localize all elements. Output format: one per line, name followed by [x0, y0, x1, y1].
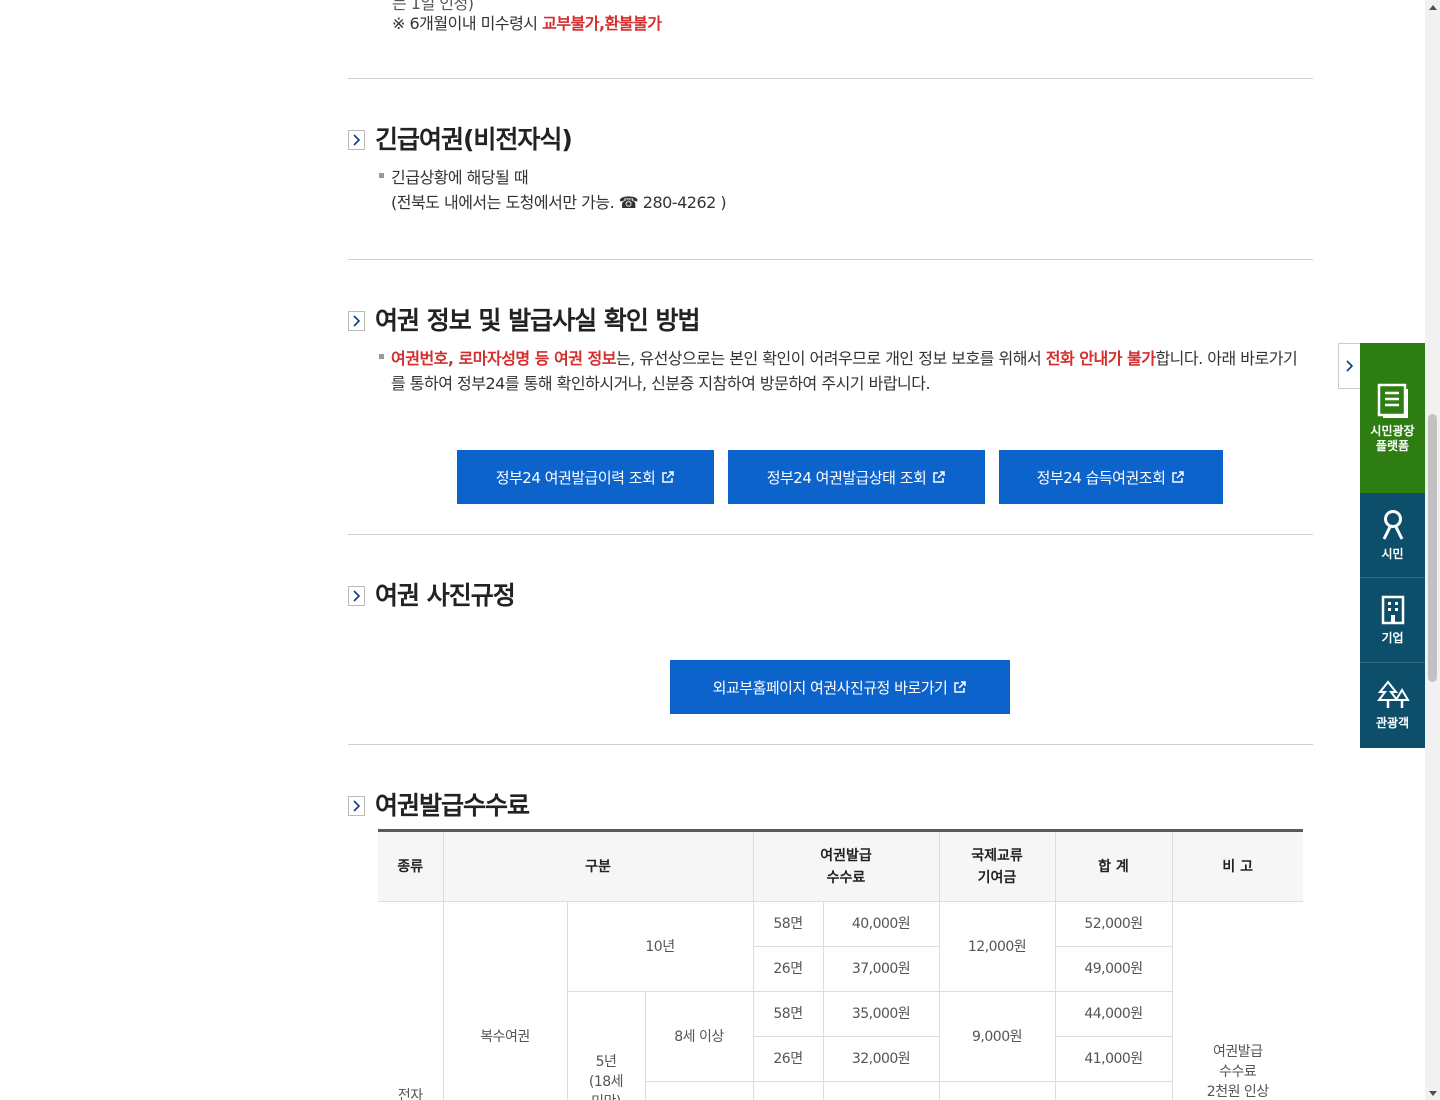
divider [348, 78, 1313, 79]
section-title-photo: 여권 사진규정 [348, 576, 516, 612]
cell-five-year: 5년 (18세 미만) [566, 991, 645, 1100]
bullet-text: 여권번호, 로마자성명 등 여권 정보는, 유선상으로는 본인 확인이 어려우므… [379, 346, 1309, 396]
header-intl-fund: 국제교류 기여금 [938, 830, 1055, 902]
external-link-icon [1172, 471, 1185, 483]
table-row: 전자 여권 복수여권 10년 58면 40,000원 12,000원 52,00… [378, 901, 1303, 1100]
cell-empty [1054, 1081, 1172, 1100]
building-icon [1381, 595, 1404, 624]
external-link-icon [933, 471, 946, 483]
scrollbar-thumb[interactable] [1428, 414, 1437, 682]
highlight-text: 전화 안내가 불가 [1045, 349, 1156, 368]
note-warning: 교부불가,환불불가 [542, 14, 662, 33]
gov24-history-button[interactable]: 정부24 여권발급이력 조회 [457, 450, 714, 504]
cell-pages: 58면 [752, 901, 823, 947]
quick-menu-label: 시민광장 플랫폼 [1370, 424, 1415, 453]
divider [348, 744, 1313, 745]
cell-age8: 8세 이상 [644, 991, 753, 1082]
section-title-info: 여권 정보 및 발급사실 확인 방법 [348, 301, 701, 337]
cell-empty [752, 1081, 823, 1100]
bullet-line: 긴급상황에 해당될 때 [391, 168, 529, 187]
button-label: 정부24 여권발급상태 조회 [766, 468, 927, 487]
cell-empty [822, 1081, 939, 1100]
note-prefix: ※ 6개월이내 미수령시 [392, 14, 543, 33]
header-category: 구분 [442, 830, 753, 902]
bullet-emergency: 긴급상황에 해당될 때 (전북도 내에서는 도청에서만 가능. ☎ 280-42… [379, 165, 1309, 215]
cell-ten-year: 10년 [566, 901, 753, 992]
quick-menu-label: 기업 [1381, 630, 1404, 645]
cell-multi: 복수여권 [442, 901, 567, 1100]
bullet-info: 여권번호, 로마자성명 등 여권 정보는, 유선상으로는 본인 확인이 어려우므… [379, 346, 1309, 396]
cell-total: 41,000원 [1054, 1036, 1172, 1082]
gov24-status-button[interactable]: 정부24 여권발급상태 조회 [728, 450, 985, 504]
button-label: 정부24 습득여권조회 [1036, 468, 1166, 487]
section-heading: 여권발급수수료 [375, 791, 530, 820]
scroll-down-arrow-icon[interactable] [1428, 1088, 1437, 1098]
cell-note: 여권발급 수수료 2천원 인상 [1171, 901, 1303, 1100]
quick-menu-toggle[interactable] [1338, 343, 1360, 389]
section-title-emergency: 긴급여권(비전자식) [348, 120, 573, 156]
cell-fund: 9,000원 [938, 991, 1055, 1082]
cell-fund: 12,000원 [938, 901, 1055, 992]
chevron-right-icon [348, 796, 365, 816]
section-title-fee: 여권발급수수료 [348, 786, 530, 822]
chevron-right-icon [348, 311, 365, 331]
cell-pages: 58면 [752, 991, 823, 1037]
cell-fee: 35,000원 [822, 991, 939, 1037]
fee-table: 종류 구분 여권발급 수수료 국제교류 기여금 합 계 비 고 전자 여권 복수… [378, 829, 1303, 1100]
chevron-right-icon [1345, 360, 1353, 372]
header-issue-fee: 여권발급 수수료 [752, 830, 939, 902]
cell-empty [938, 1081, 1055, 1100]
gov24-found-passport-button[interactable]: 정부24 습득여권조회 [999, 450, 1223, 504]
external-link-icon [954, 681, 967, 693]
cell-fee: 32,000원 [822, 1036, 939, 1082]
quick-menu-business[interactable]: 기업 [1360, 578, 1425, 663]
bullet-icon [379, 354, 384, 359]
quick-menu-label: 시민 [1381, 546, 1404, 561]
partial-line: 는 1일 인정) [392, 0, 474, 13]
table-header-row: 종류 구분 여권발급 수수료 국제교류 기여금 합 계 비 고 [378, 830, 1303, 902]
external-link-icon [662, 471, 675, 483]
cell-fee: 40,000원 [822, 901, 939, 947]
highlight-text: 여권번호, 로마자성명 등 여권 정보 [391, 349, 616, 368]
chevron-right-icon [348, 586, 365, 606]
divider [348, 259, 1313, 260]
quick-menu-label: 관광객 [1375, 716, 1410, 730]
scroll-up-arrow-icon[interactable] [1428, 2, 1437, 12]
quick-menu-citizen[interactable]: 시민 [1360, 493, 1425, 578]
cell-total: 44,000원 [1054, 991, 1172, 1037]
cell-pages: 26면 [752, 1036, 823, 1082]
trees-icon [1376, 680, 1410, 708]
cell-empty [644, 1081, 753, 1100]
cell-total: 49,000원 [1054, 946, 1172, 992]
body-text: 는, 유선상으로는 본인 확인이 어려우므로 개인 정보 보호를 위해서 [615, 349, 1046, 368]
top-note: 는 1일 인정) ※ 6개월이내 미수령시 교부불가,환불불가 [392, 0, 662, 34]
cell-fee: 37,000원 [822, 946, 939, 992]
quick-menu-tourist[interactable]: 관광객 [1360, 663, 1425, 748]
cell-kind: 전자 여권 [378, 901, 443, 1100]
button-label: 정부24 여권발급이력 조회 [495, 468, 656, 487]
section-heading: 긴급여권(비전자식) [375, 125, 573, 154]
section-heading: 여권 정보 및 발급사실 확인 방법 [375, 306, 701, 335]
button-label: 외교부홈페이지 여권사진규정 바로가기 [712, 678, 948, 697]
person-icon [1382, 509, 1403, 540]
header-type: 종류 [378, 830, 443, 902]
quick-menu: 시민광장 플랫폼 시민 기업 관광객 [1360, 343, 1425, 748]
page-scrollbar[interactable] [1425, 0, 1440, 1100]
divider [348, 534, 1313, 535]
quick-menu-platform[interactable]: 시민광장 플랫폼 [1360, 343, 1425, 493]
photo-rules-button[interactable]: 외교부홈페이지 여권사진규정 바로가기 [670, 660, 1010, 714]
section-heading: 여권 사진규정 [375, 581, 516, 610]
document-icon [1377, 383, 1408, 418]
cell-total: 52,000원 [1054, 901, 1172, 947]
bullet-line: (전북도 내에서는 도청에서만 가능. ☎ 280-4262 ) [391, 193, 727, 212]
bullet-icon [379, 173, 384, 178]
chevron-right-icon [348, 130, 365, 150]
header-note: 비 고 [1171, 830, 1303, 902]
cell-pages: 26면 [752, 946, 823, 992]
header-total: 합 계 [1054, 830, 1172, 902]
